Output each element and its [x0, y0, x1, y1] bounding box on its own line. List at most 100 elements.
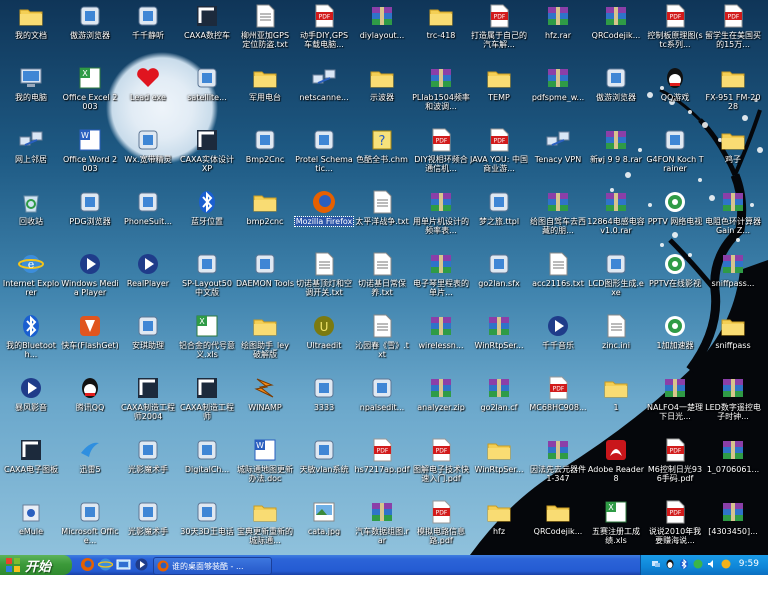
desktop-icon[interactable]: 天敏vlan系统 [295, 435, 353, 495]
desktop-icon[interactable]: zinc.ini [587, 311, 645, 371]
desktop-icon[interactable]: 光影魔术手 [119, 497, 177, 557]
desktop-icon[interactable]: PDF M6控制日光936手码.pdf [646, 435, 704, 495]
desktop-icon[interactable]: W 城际通地图更新办法.doc [236, 435, 294, 495]
start-button[interactable]: 开始 [0, 555, 72, 575]
desktop-icon[interactable]: LED数字遥控电子时钟... [704, 373, 762, 433]
desktop-icon[interactable]: diylayout... [353, 1, 411, 61]
desktop-icon[interactable]: 千千音乐 [529, 311, 587, 371]
desktop-icon[interactable]: Wx.宽带精灵 [119, 125, 177, 185]
desktop-icon[interactable]: PPTV在线影视 [646, 249, 704, 309]
desktop-icon[interactable]: analyzer.zip [412, 373, 470, 433]
desktop-icon[interactable]: 3333 [295, 373, 353, 433]
desktop-icon[interactable]: WINAMP [236, 373, 294, 433]
firefox-quicklaunch-icon[interactable] [80, 557, 95, 572]
desktop-icon[interactable]: PDG浏览器 [61, 187, 119, 247]
desktop-icon[interactable]: 腾讯QQ [61, 373, 119, 433]
antivirus-tray-icon[interactable] [693, 559, 703, 569]
desktop-icon[interactable]: 汽车数据组图.rar [353, 497, 411, 557]
desktop-icon[interactable]: 梦之旅.ttpl [470, 187, 528, 247]
speaker-tray-icon[interactable] [707, 559, 717, 569]
desktop-icon[interactable]: Microsoft Office... [61, 497, 119, 557]
desktop-icon[interactable]: Lead exe [119, 63, 177, 123]
desktop-icon[interactable]: X 五赛注册工成绩.xls [587, 497, 645, 557]
desktop-icon[interactable]: PDF 说说2010年我要赚海说... [646, 497, 704, 557]
show-desktop-icon[interactable] [116, 557, 131, 572]
desktop-icon[interactable]: pdfspme_w... [529, 63, 587, 123]
desktop-icon[interactable]: eMule [2, 497, 60, 557]
desktop-icon[interactable]: W Office Word 2003 [61, 125, 119, 185]
taskbar-window-button[interactable]: 谁的桌面够装酷 - ... [153, 557, 272, 575]
desktop-icon[interactable]: RealPlayer [119, 249, 177, 309]
network-tray-icon[interactable] [651, 559, 661, 569]
desktop-icon[interactable]: 示波器 [353, 63, 411, 123]
desktop-icon[interactable]: 迅雷5 [61, 435, 119, 495]
desktop-icon[interactable]: 新vj 9 9 8.rar [587, 125, 645, 185]
media-quicklaunch-icon[interactable] [134, 557, 149, 572]
desktop-icon[interactable]: U Ultraedit [295, 311, 353, 371]
desktop-icon[interactable]: 给图自驾车去西藏的朋... [529, 187, 587, 247]
desktop-icon[interactable]: 绘图助手_ley 破解版 [236, 311, 294, 371]
desktop-icon[interactable]: PDF 动手DIY,GPS 车载电脑... [295, 1, 353, 61]
desktop-icon[interactable]: X 铝合金的代号意义.xls [178, 311, 236, 371]
desktop-icon[interactable]: cata.jpg [295, 497, 353, 557]
desktop-icon[interactable]: trc-418 [412, 1, 470, 61]
desktop-icon[interactable]: 1加加速器 [646, 311, 704, 371]
desktop-icon[interactable]: wirelessn... [412, 311, 470, 371]
desktop-icon[interactable]: 电子琴里程表的单片... [412, 249, 470, 309]
desktop-icon[interactable]: PDF MC68HC908... [529, 373, 587, 433]
desktop-icon[interactable]: PhoneSuit... [119, 187, 177, 247]
desktop-icon[interactable]: CAXA制造工程师 [178, 373, 236, 433]
desktop-icon[interactable]: Mozilla Firefox [294, 187, 354, 247]
desktop-icon[interactable]: LCD图形生成.exe [587, 249, 645, 309]
desktop-icon[interactable]: PDF 模拟电路信息路.pdf [412, 497, 470, 557]
desktop-icon[interactable]: go2lan.cf [470, 373, 528, 433]
desktop-icon[interactable]: sniffpass [704, 311, 762, 371]
desktop-icon[interactable]: satellite... [178, 63, 236, 123]
desktop-icon[interactable]: 宝典更新重新的城际通... [236, 497, 294, 557]
desktop-icon[interactable]: 切诺基日常保养.txt [353, 249, 411, 309]
desktop-icon[interactable]: ? 色酷全书.chm [353, 125, 411, 185]
desktop-icon[interactable]: TEMP [470, 63, 528, 123]
desktop-icon[interactable]: QQ游戏 [646, 63, 704, 123]
desktop-icon[interactable]: 回收站 [2, 187, 60, 247]
desktop-icon[interactable]: Tenacy VPN [529, 125, 587, 185]
desktop-icon[interactable]: FX-951 FM-2028 [704, 63, 762, 123]
desktop-icon[interactable]: PLlab1504频率和波调... [412, 63, 470, 123]
desktop-icon[interactable]: 1 [587, 373, 645, 433]
clock[interactable]: 9:59 [739, 559, 759, 569]
desktop-icon[interactable]: DigitalCh... [178, 435, 236, 495]
desktop-icon[interactable]: 我的文档 [2, 1, 60, 61]
desktop-icon[interactable]: Adobe Reader 8 [587, 435, 645, 495]
desktop-icon[interactable]: [4303450]... [704, 497, 762, 557]
desktop-icon[interactable]: CAXA制造工程师2004 [119, 373, 177, 433]
desktop-icon[interactable]: hfz.rar [529, 1, 587, 61]
desktop-icon[interactable]: 傲游浏览器 [61, 1, 119, 61]
desktop-icon[interactable]: WinRtpSer... [470, 435, 528, 495]
desktop-icon[interactable]: 暴风影音 [2, 373, 60, 433]
desktop-icon[interactable]: hfz [470, 497, 528, 557]
desktop-icon[interactable]: SP-Layout50 中文版 [178, 249, 236, 309]
desktop-icon[interactable]: PDF 图解电子技术快速入门.pdf [412, 435, 470, 495]
desktop-icon[interactable]: 网上邻居 [2, 125, 60, 185]
desktop-icon[interactable]: CAXA数控车 [178, 1, 236, 61]
desktop-icon[interactable]: DAEMON Tools [236, 249, 294, 309]
desktop-icon[interactable]: 因法先去元器件1-347 [529, 435, 587, 495]
desktop-icon[interactable]: PDF 控制板原理图(stc系列... [646, 1, 704, 61]
desktop-icon[interactable]: 快车(FlashGet) [61, 311, 119, 371]
desktop-icon[interactable]: 光影魔术手 [119, 435, 177, 495]
desktop-icon[interactable]: NALFO4一楚理下日光... [646, 373, 704, 433]
qq-tray-icon[interactable] [665, 559, 675, 569]
desktop-icon[interactable]: WinRtpSer... [470, 311, 528, 371]
desktop-icon[interactable]: sniffpass... [704, 249, 762, 309]
desktop-icon[interactable]: npalsedit... [353, 373, 411, 433]
desktop-icon[interactable]: 太平洋战争.txt [353, 187, 411, 247]
desktop-icon[interactable]: 切诺基顶灯和空调开关.txt [295, 249, 353, 309]
desktop-icon[interactable]: Bmp2Cnc [236, 125, 294, 185]
desktop-icon[interactable]: Windows Media Player [61, 249, 119, 309]
desktop-icon[interactable]: 蓝牙位置 [178, 187, 236, 247]
desktop-icon[interactable]: CAXA电子图板 [2, 435, 60, 495]
desktop-icon[interactable]: CAXA实体设计 XP [178, 125, 236, 185]
ie-quicklaunch-icon[interactable] [98, 557, 113, 572]
bluetooth-tray-icon[interactable] [679, 559, 689, 569]
desktop-icon[interactable]: e Internet Explorer [2, 249, 60, 309]
